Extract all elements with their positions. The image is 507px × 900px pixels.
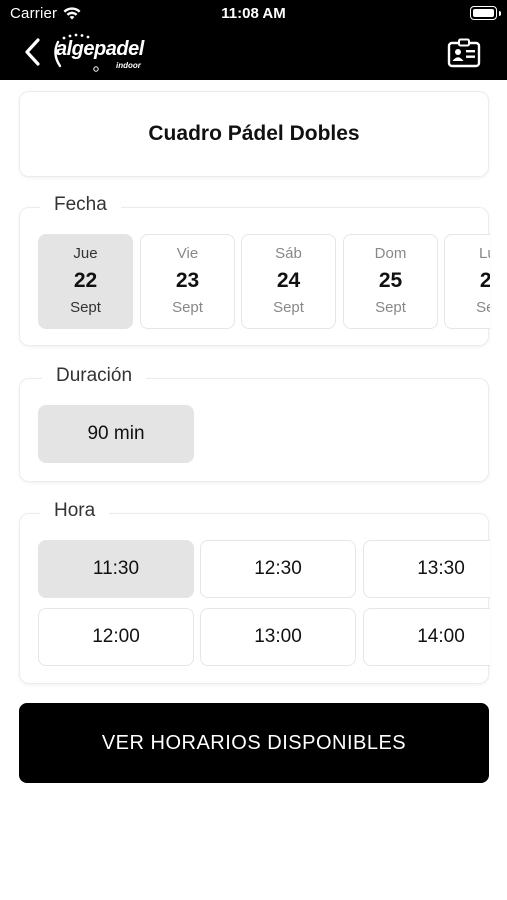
date-weekday: Vie — [176, 245, 199, 262]
duration-section: Duración 90 min — [19, 365, 489, 482]
date-option[interactable]: Lun 26 Sept — [444, 234, 490, 329]
view-available-times-button[interactable]: VER HORARIOS DISPONIBLES — [19, 703, 489, 783]
date-day: 26 — [479, 269, 490, 292]
date-weekday: Sáb — [275, 245, 302, 262]
date-month: Sept — [375, 299, 406, 316]
date-month: Sept — [70, 299, 101, 316]
time-section-label: Hora — [40, 500, 110, 522]
date-option[interactable]: Dom 25 Sept — [343, 234, 438, 329]
date-option[interactable]: Jue 22 Sept — [38, 234, 133, 329]
id-card-icon[interactable] — [447, 38, 481, 68]
date-day: 22 — [73, 269, 98, 292]
nav-bar: algepadel indoor — [0, 28, 507, 80]
title-card: Cuadro Pádel Dobles — [19, 91, 489, 177]
status-time: 11:08 AM — [221, 5, 286, 22]
date-month: Sept — [476, 299, 490, 316]
time-slot-grid[interactable]: 11:30 12:30 13:30 12:00 13:00 14:00 — [38, 540, 490, 670]
date-section-label: Fecha — [40, 194, 121, 216]
battery-icon — [470, 6, 501, 20]
time-slot[interactable]: 11:30 — [38, 540, 194, 598]
duration-option[interactable]: 90 min — [38, 405, 194, 463]
date-day: 23 — [175, 269, 200, 292]
app-header: Carrier 11:08 AM algepadel indoor — [0, 0, 507, 80]
duration-section-label: Duración — [42, 365, 147, 387]
status-bar: Carrier 11:08 AM — [0, 0, 507, 28]
date-month: Sept — [273, 299, 304, 316]
app-logo: algepadel indoor — [50, 32, 160, 74]
time-slot[interactable]: 12:30 — [200, 540, 356, 598]
time-slot[interactable]: 14:00 — [363, 608, 490, 666]
time-slot[interactable]: 13:30 — [363, 540, 490, 598]
date-carousel[interactable]: Jue 22 Sept Vie 23 Sept Sáb 24 Sept Dom … — [38, 234, 490, 330]
back-chevron-icon[interactable] — [22, 36, 44, 68]
date-weekday: Jue — [73, 245, 98, 262]
time-slot[interactable]: 12:00 — [38, 608, 194, 666]
time-section: Hora 11:30 12:30 13:30 12:00 13:00 14:00 — [19, 500, 490, 684]
date-day: 24 — [276, 269, 301, 292]
date-section: Fecha Jue 22 Sept Vie 23 Sept Sáb 24 Sep… — [19, 194, 490, 346]
time-slot[interactable]: 13:00 — [200, 608, 356, 666]
date-day: 25 — [378, 269, 403, 292]
logo-text: algepadel — [56, 38, 144, 60]
date-weekday: Lun — [478, 245, 490, 262]
logo-subtext: indoor — [116, 61, 141, 70]
date-weekday: Dom — [374, 245, 407, 262]
date-month: Sept — [172, 299, 203, 316]
date-option[interactable]: Vie 23 Sept — [140, 234, 235, 329]
page-title: Cuadro Pádel Dobles — [148, 122, 360, 145]
date-option[interactable]: Sáb 24 Sept — [241, 234, 336, 329]
